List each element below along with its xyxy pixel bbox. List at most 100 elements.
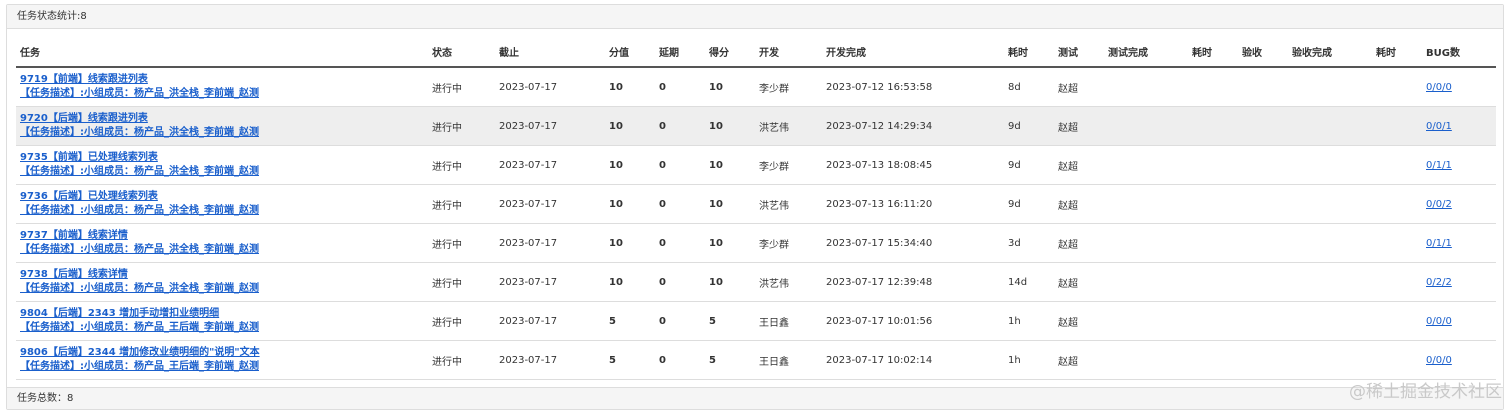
column-header: 测试 <box>1054 37 1104 68</box>
cell-dev-time: 9d <box>1004 184 1054 224</box>
task-desc-link[interactable]: 【任务描述】:小组成员：杨产品_王后端_李前端_赵测 <box>20 321 424 335</box>
cell-dev: 李少群 <box>755 67 822 107</box>
task-title-link[interactable]: 9735【前端】已处理线索列表 <box>20 151 424 165</box>
cell-test-time <box>1188 262 1238 302</box>
cell-dev: 王日鑫 <box>755 340 822 380</box>
cell-accept <box>1238 106 1288 146</box>
task-desc-link[interactable]: 【任务描述】:小组成员：杨产品_王后端_李前端_赵测 <box>20 360 424 374</box>
column-header: 验收完成 <box>1288 37 1372 68</box>
cell-status: 进行中 <box>428 67 495 107</box>
task-title-link[interactable]: 9720【后端】线索跟进列表 <box>20 112 424 126</box>
cell-dev-done: 2023-07-17 10:01:56 <box>822 301 1004 341</box>
cell-delay: 0 <box>655 106 705 146</box>
cell-test-time <box>1188 145 1238 185</box>
panel-header: 任务状态统计:8 <box>7 5 1503 29</box>
cell-test-done <box>1104 184 1188 224</box>
watermark: @稀土掘金技术社区 <box>1349 382 1502 402</box>
cell-status: 进行中 <box>428 340 495 380</box>
cell-accept-done <box>1288 340 1372 380</box>
cell-deadline: 2023-07-17 <box>495 67 605 107</box>
bug-count-link[interactable]: 0/1/1 <box>1426 160 1452 171</box>
cell-accept <box>1238 184 1288 224</box>
column-header: 测试完成 <box>1104 37 1188 68</box>
cell-accept-time <box>1372 340 1422 380</box>
cell-dev-time: 1h <box>1004 301 1054 341</box>
cell-deadline: 2023-07-17 <box>495 262 605 302</box>
bug-count-cell: 0/0/0 <box>1422 301 1496 341</box>
cell-delay: 0 <box>655 223 705 263</box>
cell-accept <box>1238 67 1288 107</box>
task-title-link[interactable]: 9806【后端】2344 增加修改业绩明细的"说明"文本 <box>20 346 424 360</box>
cell-score: 5 <box>705 340 755 380</box>
task-title-link[interactable]: 9737【前端】线索详情 <box>20 229 424 243</box>
cell-test-done <box>1104 145 1188 185</box>
task-desc-link[interactable]: 【任务描述】:小组成员：杨产品_洪全栈_李前端_赵测 <box>20 165 424 179</box>
cell-accept-time <box>1372 67 1422 107</box>
cell-deadline: 2023-07-17 <box>495 340 605 380</box>
cell-test-done <box>1104 301 1188 341</box>
cell-accept-time <box>1372 184 1422 224</box>
cell-dev-done: 2023-07-17 15:34:40 <box>822 223 1004 263</box>
column-header: 截止 <box>495 37 605 68</box>
column-header: 耗时 <box>1188 37 1238 68</box>
bug-count-link[interactable]: 0/0/0 <box>1426 82 1452 93</box>
task-cell: 9737【前端】线索详情 【任务描述】:小组成员：杨产品_洪全栈_李前端_赵测 <box>16 223 428 263</box>
cell-test-done <box>1104 67 1188 107</box>
panel-body: 任务 状态 截止 分值 延期 得分 开发 开发完成 耗时 测试 测试完成 耗时 验收 验收完成 耗时 BUG数… <box>7 29 1503 389</box>
cell-accept <box>1238 145 1288 185</box>
bug-count-link[interactable]: 0/0/0 <box>1426 355 1452 366</box>
cell-test-time <box>1188 106 1238 146</box>
cell-dev: 洪艺伟 <box>755 106 822 146</box>
task-desc-link[interactable]: 【任务描述】:小组成员：杨产品_洪全栈_李前端_赵测 <box>20 204 424 218</box>
cell-dev-done: 2023-07-12 14:29:34 <box>822 106 1004 146</box>
cell-test-time <box>1188 340 1238 380</box>
table-row: 9804【后端】2343 增加手动增扣业绩明细 【任务描述】:小组成员：杨产品_王… <box>16 301 1496 341</box>
task-desc-link[interactable]: 【任务描述】:小组成员：杨产品_洪全栈_李前端_赵测 <box>20 282 424 296</box>
bug-count-cell: 0/0/0 <box>1422 340 1496 380</box>
cell-status: 进行中 <box>428 145 495 185</box>
cell-tester: 赵超 <box>1054 67 1104 107</box>
task-desc-link[interactable]: 【任务描述】:小组成员：杨产品_洪全栈_李前端_赵测 <box>20 87 424 101</box>
cell-tester: 赵超 <box>1054 340 1104 380</box>
cell-accept-time <box>1372 223 1422 263</box>
cell-test-time <box>1188 301 1238 341</box>
cell-delay: 0 <box>655 145 705 185</box>
cell-score: 5 <box>705 301 755 341</box>
task-cell: 9720【后端】线索跟进列表 【任务描述】:小组成员：杨产品_洪全栈_李前端_赵测 <box>16 106 428 146</box>
cell-score: 10 <box>705 145 755 185</box>
cell-dev-done: 2023-07-17 12:39:48 <box>822 262 1004 302</box>
task-desc-link[interactable]: 【任务描述】:小组成员：杨产品_洪全栈_李前端_赵测 <box>20 126 424 140</box>
cell-status: 进行中 <box>428 262 495 302</box>
cell-points: 10 <box>605 184 655 224</box>
cell-points: 5 <box>605 340 655 380</box>
bug-count-cell: 0/2/2 <box>1422 262 1496 302</box>
task-title-link[interactable]: 9738【后端】线索详情 <box>20 268 424 282</box>
cell-accept <box>1238 262 1288 302</box>
table-row: 9806【后端】2344 增加修改业绩明细的"说明"文本 【任务描述】:小组成员：… <box>16 340 1496 380</box>
cell-points: 10 <box>605 223 655 263</box>
task-title-link[interactable]: 9736【后端】已处理线索列表 <box>20 190 424 204</box>
cell-tester: 赵超 <box>1054 145 1104 185</box>
task-title-link[interactable]: 9804【后端】2343 增加手动增扣业绩明细 <box>20 307 424 321</box>
cell-score: 10 <box>705 106 755 146</box>
bug-count-link[interactable]: 0/0/0 <box>1426 316 1452 327</box>
task-table: 任务 状态 截止 分值 延期 得分 开发 开发完成 耗时 测试 测试完成 耗时 验收 验收完成 耗时 BUG数… <box>16 37 1496 380</box>
bug-count-cell: 0/1/1 <box>1422 223 1496 263</box>
cell-status: 进行中 <box>428 184 495 224</box>
bug-count-link[interactable]: 0/0/1 <box>1426 121 1452 132</box>
cell-dev: 王日鑫 <box>755 301 822 341</box>
cell-test-done <box>1104 223 1188 263</box>
column-header: 耗时 <box>1004 37 1054 68</box>
cell-points: 10 <box>605 67 655 107</box>
bug-count-link[interactable]: 0/2/2 <box>1426 277 1452 288</box>
column-header: 分值 <box>605 37 655 68</box>
cell-accept-done <box>1288 301 1372 341</box>
bug-count-link[interactable]: 0/0/2 <box>1426 199 1452 210</box>
task-title-link[interactable]: 9719【前端】线索跟进列表 <box>20 73 424 87</box>
bug-count-link[interactable]: 0/1/1 <box>1426 238 1452 249</box>
cell-points: 10 <box>605 106 655 146</box>
panel-footer: 任务总数：8 <box>7 387 1503 409</box>
table-row: 9736【后端】已处理线索列表 【任务描述】:小组成员：杨产品_洪全栈_李前端_赵… <box>16 184 1496 224</box>
task-desc-link[interactable]: 【任务描述】:小组成员：杨产品_洪全栈_李前端_赵测 <box>20 243 424 257</box>
cell-dev-time: 3d <box>1004 223 1054 263</box>
